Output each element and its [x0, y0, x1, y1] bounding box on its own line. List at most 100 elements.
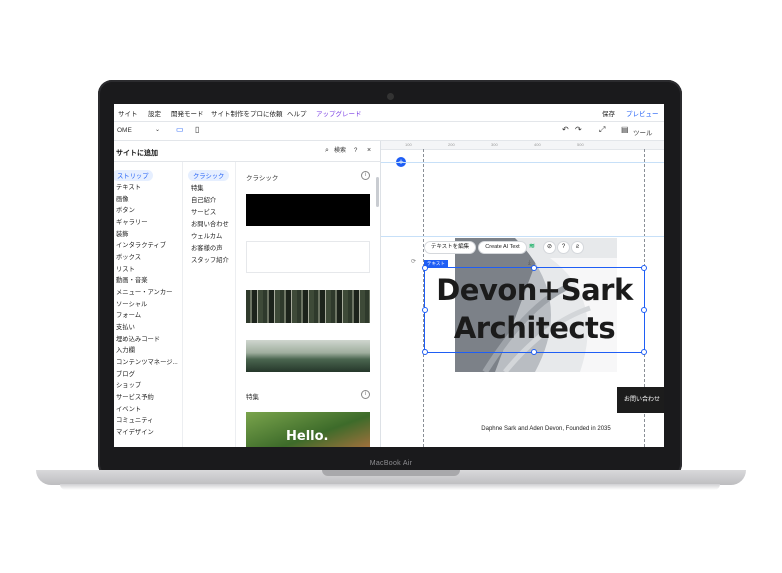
wix-logo-icon[interactable]: ≋	[529, 243, 535, 250]
editor-toolbar: OME ⌄ ▭ ▯ ↶ ↷ ⤢ ▤ ツール	[114, 122, 664, 141]
category-item[interactable]: マイデザイン	[116, 427, 154, 436]
category-item[interactable]: コミュニティ	[116, 415, 153, 424]
resize-handle[interactable]	[641, 349, 647, 355]
hello-text: Hello.	[286, 429, 329, 444]
panel-scrollbar[interactable]	[376, 177, 379, 207]
category-item[interactable]: ギャラリー	[116, 217, 147, 226]
site-subtitle: Daphne Sark and Aden Devon, Founded in 2…	[481, 426, 611, 432]
resize-handle[interactable]	[641, 265, 647, 271]
laptop-notch	[322, 470, 460, 476]
ruler-tick: 300	[491, 142, 498, 147]
editor-screen: サイト 設定 開発モード サイト制作をプロに依頼 ヘルプ アップグレード 保存 …	[114, 104, 664, 447]
category-item[interactable]: テキスト	[116, 182, 141, 191]
resize-handle[interactable]	[531, 349, 537, 355]
link-icon[interactable]: ⊘	[543, 241, 556, 254]
resize-handle[interactable]	[422, 349, 428, 355]
category-item[interactable]: 支払い	[116, 322, 135, 331]
category-item[interactable]: ボックス	[116, 252, 141, 261]
tools-button[interactable]: ツール	[633, 127, 653, 137]
download-arrow-icon[interactable]: ⤓	[528, 260, 531, 266]
subcategory-list: クラシック 特集 自己紹介 サービス お問い合わせ ウェルカム お客様の声 スタ…	[183, 162, 236, 447]
search-icon[interactable]: ⌕	[325, 147, 329, 154]
create-ai-text-button[interactable]: Create AI Text	[478, 241, 527, 254]
menu-settings[interactable]: 設定	[148, 108, 161, 118]
zoom-fit-icon[interactable]: ⤢	[599, 126, 605, 134]
ruler-tick: 400	[534, 142, 541, 147]
redo-icon[interactable]: ↷	[575, 126, 582, 134]
editor-canvas: 100 200 300 400 500 + テキストを編集 Create AI …	[381, 141, 664, 447]
category-item[interactable]: インタラクティブ	[116, 240, 166, 249]
subcategory-item[interactable]: スタッフ紹介	[191, 255, 229, 264]
preset-thumbnails: クラシック i 特集 i Hello.	[236, 162, 376, 447]
menu-upgrade[interactable]: アップグレード	[316, 108, 362, 118]
info-icon[interactable]: i	[361, 171, 370, 180]
category-item[interactable]: 埋め込みコード	[116, 334, 160, 343]
menu-hire-pro[interactable]: サイト制作をプロに依頼	[211, 108, 283, 118]
info-icon[interactable]: i	[361, 390, 370, 399]
undo-icon[interactable]: ↶	[562, 126, 569, 134]
category-item[interactable]: ストリップ	[114, 170, 154, 181]
subcategory-item[interactable]: 自己紹介	[191, 195, 216, 204]
preview-button[interactable]: プレビュー	[626, 108, 659, 118]
close-icon[interactable]: ×	[367, 147, 371, 154]
category-item[interactable]: 入力欄	[116, 345, 135, 354]
category-item[interactable]: 画像	[116, 194, 129, 203]
help-circle-icon[interactable]: ?	[557, 241, 570, 254]
strip-thumbnail-mountains[interactable]	[246, 340, 370, 372]
device-brand-label: MacBook Air	[369, 460, 413, 467]
subcategory-item[interactable]: サービス	[191, 207, 216, 216]
category-item[interactable]: 装飾	[116, 229, 129, 238]
menu-site[interactable]: サイト	[118, 108, 138, 118]
category-item[interactable]: ブログ	[116, 369, 135, 378]
category-item[interactable]: 動画・音楽	[116, 275, 147, 284]
section-line	[381, 162, 664, 163]
category-item[interactable]: フォーム	[116, 310, 141, 319]
resize-handle[interactable]	[531, 265, 537, 271]
subcategory-item[interactable]: クラシック	[188, 170, 230, 181]
tools-icon[interactable]: ▤	[621, 126, 629, 134]
animation-icon[interactable]: ƨ	[571, 241, 584, 254]
category-item[interactable]: イベント	[116, 404, 141, 413]
subcategory-item[interactable]: お客様の声	[191, 243, 222, 252]
category-item[interactable]: コンテンツマネージ...	[116, 357, 178, 366]
mobile-view-icon[interactable]: ▯	[195, 126, 199, 134]
section-title-classic: クラシック	[246, 175, 279, 182]
subcategory-item[interactable]: 特集	[191, 183, 204, 192]
subcategory-item[interactable]: お問い合わせ	[191, 219, 229, 228]
headline-line-1: Devon+Sark	[436, 273, 633, 307]
subcategory-item[interactable]: ウェルカム	[191, 231, 222, 240]
strip-thumbnail-black[interactable]	[246, 194, 370, 226]
drag-handle-icon[interactable]: ⟳	[411, 259, 416, 265]
headline-text-box[interactable]: Devon+Sark Architects	[422, 265, 647, 355]
ruler-tick: 500	[577, 142, 584, 147]
strip-thumbnail-white[interactable]	[246, 241, 370, 273]
category-item[interactable]: リスト	[116, 264, 135, 273]
page-selector[interactable]: OME	[117, 127, 132, 134]
category-item[interactable]: ソーシャル	[116, 299, 147, 308]
top-menu-bar: サイト 設定 開発モード サイト制作をプロに依頼 ヘルプ アップグレード 保存 …	[114, 104, 664, 122]
menu-help[interactable]: ヘルプ	[287, 108, 307, 118]
menu-dev-mode[interactable]: 開発モード	[171, 108, 204, 118]
panel-header: サイトに追加 ⌕ 検索 ? ×	[114, 141, 380, 162]
category-item[interactable]: サービス予約	[116, 392, 154, 401]
panel-title: サイトに追加	[116, 150, 158, 157]
resize-handle[interactable]	[641, 307, 647, 313]
panel-search-label[interactable]: 検索	[334, 148, 346, 154]
add-panel: サイトに追加 ⌕ 検索 ? × ストリップ テキスト 画像 ボタン ギャラリー …	[114, 141, 381, 447]
laptop-shadow	[60, 484, 720, 490]
strip-thumbnail-forest[interactable]	[246, 290, 370, 323]
category-item[interactable]: ショップ	[116, 380, 141, 389]
resize-handle[interactable]	[422, 307, 428, 313]
contact-button[interactable]: お問い合わせ	[617, 387, 664, 413]
save-button[interactable]: 保存	[602, 108, 615, 118]
resize-handle[interactable]	[422, 265, 428, 271]
chevron-down-icon[interactable]: ⌄	[155, 127, 160, 133]
category-item[interactable]: メニュー・アンカー	[116, 287, 172, 296]
edit-text-button[interactable]: テキストを編集	[424, 241, 476, 254]
section-line	[381, 236, 664, 237]
featured-thumbnail-hello[interactable]: Hello.	[246, 412, 370, 447]
desktop-view-icon[interactable]: ▭	[176, 126, 184, 134]
category-item[interactable]: ボタン	[116, 205, 135, 214]
help-icon[interactable]: ?	[354, 148, 357, 154]
ruler-tick: 100	[405, 142, 412, 147]
